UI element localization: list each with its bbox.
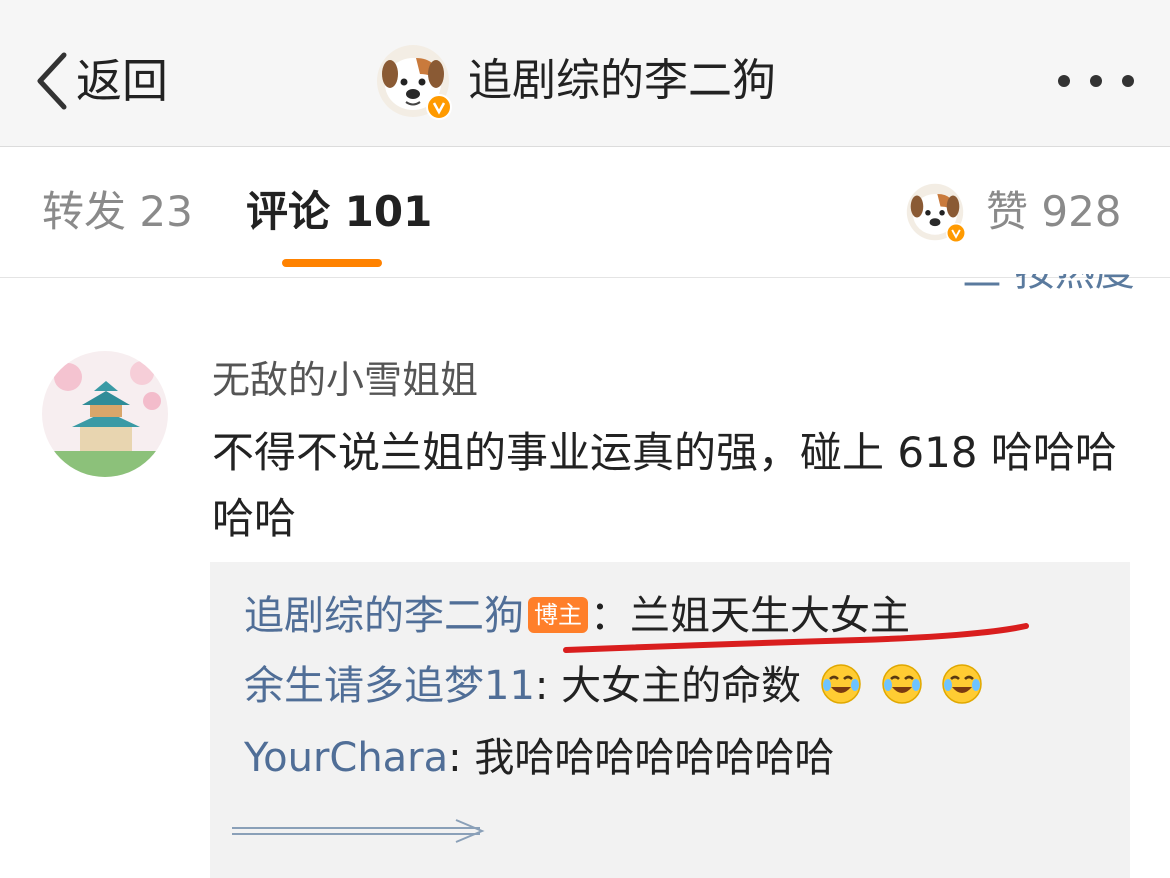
reply-item: YourChara: 我哈哈哈哈哈哈哈哈 xyxy=(244,734,834,782)
more-dots-icon xyxy=(1122,75,1134,87)
more-options-button[interactable] xyxy=(1058,66,1134,96)
reply-item: 追剧综的李二狗 博主 ：兰姐天生大女主 xyxy=(244,592,910,640)
avatar[interactable] xyxy=(42,351,168,477)
back-label: 返回 xyxy=(76,54,168,108)
reply-text: 我哈哈哈哈哈哈哈哈 xyxy=(474,735,835,781)
laughing-tears-emoji-icon xyxy=(881,664,922,704)
tab-bar: 转发 23 评论 101 赞 928 xyxy=(0,147,1170,278)
back-chevron-icon xyxy=(37,52,67,110)
nav-profile[interactable]: 追剧综的李二狗 xyxy=(376,44,776,120)
reply-separator: : xyxy=(534,663,562,709)
avatar xyxy=(906,183,966,243)
comment-username[interactable]: 无敌的小雪姐姐 xyxy=(212,358,478,404)
reply-text: 兰姐天生大女主 xyxy=(630,593,910,639)
like-count: 赞 928 xyxy=(986,187,1122,236)
reply-text: 大女主的命数 xyxy=(561,663,802,709)
back-button[interactable]: 返回 xyxy=(34,44,168,118)
page-title: 追剧综的李二狗 xyxy=(468,55,776,106)
pagoda-avatar-icon xyxy=(42,351,168,477)
top-navigation-bar: 返回 追剧综的李二狗 xyxy=(0,0,1170,147)
laughing-tears-emoji-icon xyxy=(942,664,983,704)
reply-thread[interactable]: 追剧综的李二狗 博主 ：兰姐天生大女主 余生请多追梦11: 大女主的命数 You… xyxy=(210,562,1130,878)
tab-comment[interactable]: 评论 101 xyxy=(246,191,432,233)
comment-text: 不得不说兰姐的事业运真的强，碰上 618 哈哈哈哈哈 xyxy=(212,428,1117,543)
more-dots-icon xyxy=(1090,75,1102,87)
reply-separator: ： xyxy=(590,593,630,639)
reply-item: 余生请多追梦11: 大女主的命数 xyxy=(244,662,983,710)
more-dots-icon xyxy=(1058,75,1070,87)
verified-badge-icon xyxy=(426,94,452,120)
expand-arrow-icon[interactable] xyxy=(230,816,490,846)
tab-repost[interactable]: 转发 23 xyxy=(42,191,193,233)
reply-username[interactable]: YourChara xyxy=(244,735,448,781)
reply-separator: : xyxy=(448,735,475,781)
tab-like[interactable]: 赞 928 xyxy=(906,183,1122,243)
verified-badge-icon xyxy=(946,223,966,243)
active-tab-indicator xyxy=(282,259,382,267)
author-badge: 博主 xyxy=(528,597,588,633)
reply-username[interactable]: 追剧综的李二狗 xyxy=(244,593,524,639)
avatar[interactable] xyxy=(376,44,452,120)
laughing-tears-emoji-icon xyxy=(821,664,861,704)
reply-username[interactable]: 余生请多追梦11 xyxy=(244,663,535,709)
